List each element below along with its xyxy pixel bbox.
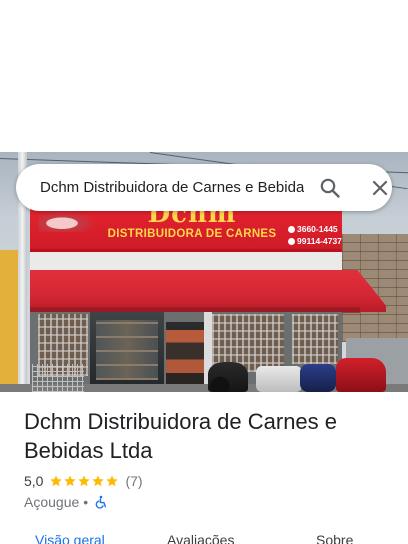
store-shelves xyxy=(96,320,158,380)
tab-reviews[interactable]: Avaliações xyxy=(167,532,234,544)
search-bar[interactable]: Dchm Distribuidora de Carnes e Bebidas L… xyxy=(16,164,392,211)
map-area-blank xyxy=(0,0,408,152)
sign-meat-picture xyxy=(38,210,98,232)
phone-icon xyxy=(288,226,295,233)
close-icon[interactable] xyxy=(368,176,392,200)
sign-phone-1: 3660-1445 xyxy=(288,224,338,234)
sign-phone-1-text: 3660-1445 xyxy=(297,224,338,234)
place-details-screen: Dchm DISTRIBUIDORA DE CARNES 3660-1445 9… xyxy=(0,0,408,544)
star-icon xyxy=(91,474,105,488)
star-icon xyxy=(63,474,77,488)
promo-banner xyxy=(166,322,204,390)
store-awning xyxy=(30,270,386,312)
shopping-cart xyxy=(32,364,84,392)
tab-about[interactable]: Sobre xyxy=(316,532,353,544)
sign-phone-2-text: 99114-4737 xyxy=(297,236,342,246)
sign-phone-2: 99114-4737 xyxy=(288,236,342,246)
star-icon xyxy=(105,474,119,488)
category-row: Açougue • xyxy=(24,492,108,512)
place-tabs: Visão geral Avaliações Sobre xyxy=(0,528,408,544)
place-category[interactable]: Açougue xyxy=(24,494,79,510)
search-icon[interactable] xyxy=(318,176,342,200)
store-sign: Dchm DISTRIBUIDORA DE CARNES 3660-1445 9… xyxy=(30,201,342,252)
rating-value: 5,0 xyxy=(24,473,44,489)
rating-row[interactable]: 5,0 (7) xyxy=(24,471,143,491)
wheelchair-icon[interactable] xyxy=(94,495,108,509)
motorcycle xyxy=(256,366,302,392)
search-input[interactable]: Dchm Distribuidora de Carnes e Bebidas L… xyxy=(40,164,304,211)
star-icon xyxy=(77,474,91,488)
sign-subtitle: DISTRIBUIDORA DE CARNES xyxy=(107,228,277,240)
motorcycle xyxy=(300,364,336,392)
motorcycle xyxy=(208,362,248,392)
security-grille xyxy=(292,314,338,364)
whatsapp-icon xyxy=(288,238,295,245)
tab-overview[interactable]: Visão geral xyxy=(35,532,105,544)
neighbor-wall xyxy=(0,250,20,392)
star-icon xyxy=(49,474,63,488)
separator: • xyxy=(83,494,89,510)
motorcycle xyxy=(336,358,386,392)
place-title: Dchm Distribuidora de Carnes e Bebidas L… xyxy=(24,409,338,463)
star-rating xyxy=(49,474,119,488)
review-count[interactable]: (7) xyxy=(125,473,142,489)
